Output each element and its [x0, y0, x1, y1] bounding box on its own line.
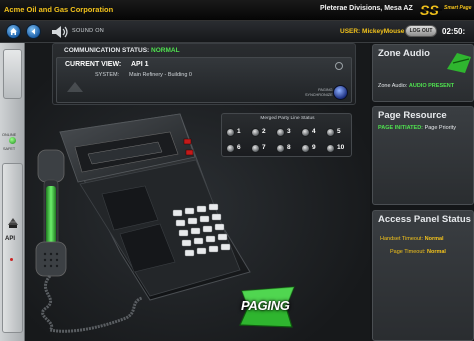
- sidebar: ONLINE SAFET API: [0, 43, 25, 341]
- home-button[interactable]: [6, 24, 21, 39]
- current-view-value: API 1: [131, 61, 149, 68]
- page-timeout-row: Page Timeout: Normal: [390, 249, 446, 255]
- party-line-indicator: [301, 144, 310, 153]
- back-button[interactable]: [26, 24, 41, 39]
- zone-audio-panel: Zone Audio Zone Audio: AUDIO PRESENT: [372, 44, 474, 102]
- page-resource-status: PAGE INITIATED: Page Priority: [378, 125, 456, 131]
- current-view-box: CURRENT VIEW: API 1 SYSTEM: Main Refiner…: [56, 57, 352, 103]
- sidebar-panel: [2, 163, 23, 333]
- access-panel-title: Access Panel Status: [378, 214, 471, 225]
- comm-status-value: NORMAL: [151, 47, 180, 54]
- party-line-number: 9: [312, 144, 316, 151]
- page-initiated-label: PAGE INITIATED:: [378, 125, 424, 131]
- sync-label-line2: SYNCHRONIZE: [305, 92, 333, 97]
- party-line-10[interactable]: 10: [326, 143, 348, 154]
- handset-timeout-label: Handset Timeout:: [380, 236, 424, 242]
- page-initiated-value: Page Priority: [424, 125, 457, 131]
- status-panel: COMMUNICATION STATUS: NORMAL CURRENT VIE…: [52, 43, 356, 105]
- paging-synchronize-button[interactable]: [333, 85, 348, 100]
- logout-button[interactable]: LOG OUT: [405, 25, 437, 37]
- party-line-indicator: [301, 128, 310, 137]
- party-line-indicator: [276, 144, 285, 153]
- party-line-number: 5: [337, 128, 341, 135]
- page-resource-title: Page Resource: [378, 110, 447, 121]
- api-alert-dot: [10, 258, 13, 261]
- online-indicator: [9, 137, 16, 144]
- handset-timeout-value: Normal: [424, 236, 444, 242]
- company-name: Acme Oil and Gas Corporation: [4, 5, 114, 14]
- party-line-4[interactable]: 4: [301, 127, 323, 138]
- system-value: Main Refinery - Building 0: [129, 72, 192, 78]
- speaker-icon: [52, 26, 68, 38]
- zone-audio-icon: [447, 53, 471, 73]
- zone-audio-value: AUDIO PRESENT: [408, 83, 455, 89]
- access-panel-status-panel: Access Panel Status Handset Timeout: Nor…: [372, 210, 474, 341]
- sound-toggle[interactable]: SOUND ON: [50, 24, 110, 40]
- paging-button[interactable]: PAGING: [241, 298, 290, 313]
- zone-audio-status: Zone Audio: AUDIO PRESENT: [378, 83, 454, 89]
- user-label: USER:: [340, 28, 361, 35]
- party-line-5[interactable]: 5: [326, 127, 348, 138]
- brand-sub-text: Smart Page: [444, 5, 472, 11]
- party-line-9[interactable]: 9: [301, 143, 323, 154]
- user-name: MickeyMouse: [362, 28, 405, 35]
- top-bar: Acme Oil and Gas Corporation Pleterae Di…: [0, 0, 474, 21]
- comm-status-label: COMMUNICATION STATUS:: [64, 47, 150, 54]
- party-line-number: 3: [287, 128, 291, 135]
- handset[interactable]: [35, 149, 67, 277]
- party-line-indicator: [326, 128, 335, 137]
- clock: 02:50:: [442, 27, 466, 36]
- zone-audio-title: Zone Audio: [378, 48, 430, 59]
- location-label: Pleterae Divisions, Mesa AZ: [320, 5, 413, 12]
- page-resource-panel: Page Resource PAGE INITIATED: Page Prior…: [372, 106, 474, 205]
- party-line-3[interactable]: 3: [276, 127, 298, 138]
- nav-bar: SOUND ON USER: MickeyMouse LOG OUT 02:50…: [0, 21, 474, 43]
- user-info: USER: MickeyMouse: [340, 28, 404, 35]
- back-arrow-icon: [31, 28, 35, 35]
- home-icon: [10, 28, 17, 35]
- party-line-indicator: [326, 144, 335, 153]
- party-line-indicator: [276, 128, 285, 137]
- paging-synchronize-label: PAGING SYNCHRONIZE: [305, 88, 333, 97]
- party-line-8[interactable]: 8: [276, 143, 298, 154]
- handset-timeout-row: Handset Timeout: Normal: [380, 236, 444, 242]
- secondary-label: SAFET: [3, 147, 16, 151]
- party-line-number: 4: [312, 128, 316, 135]
- page-timeout-value: Normal: [427, 249, 446, 255]
- sidebar-cap: [3, 49, 22, 99]
- sidebar-item-api[interactable]: API: [5, 236, 15, 242]
- zone-audio-label: Zone Audio:: [378, 83, 408, 89]
- system-label: SYSTEM:: [95, 72, 120, 78]
- phone-watermark-icon: [67, 82, 83, 92]
- communication-status: COMMUNICATION STATUS: NORMAL: [64, 47, 180, 54]
- api-device-icon[interactable]: [6, 216, 20, 230]
- page-timeout-label: Page Timeout:: [390, 249, 426, 255]
- sound-label: SOUND ON: [72, 28, 105, 34]
- settings-icon[interactable]: [335, 62, 343, 70]
- current-view-label: CURRENT VIEW:: [65, 61, 122, 68]
- brand-logo: SS Smart Page: [420, 2, 472, 18]
- party-line-number: 10: [337, 144, 345, 151]
- party-line-number: 8: [287, 144, 291, 151]
